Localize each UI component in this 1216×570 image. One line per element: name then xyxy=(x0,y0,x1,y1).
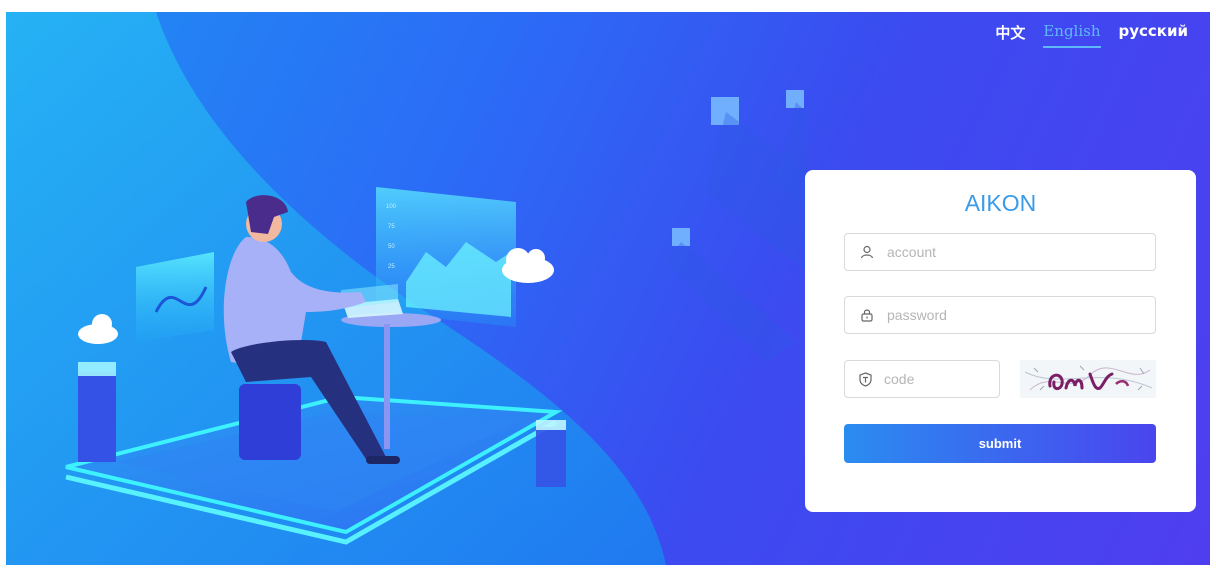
chart-tick: 50 xyxy=(388,244,395,250)
right-pillar xyxy=(536,427,566,487)
language-switcher: 中文 English русский xyxy=(995,22,1188,49)
login-card: AIKON submit xyxy=(805,170,1196,512)
language-option-russian[interactable]: русский xyxy=(1119,22,1189,46)
cloud-icon xyxy=(92,314,112,334)
chart-tick: 100 xyxy=(386,204,397,210)
chart-tick: 25 xyxy=(388,264,395,270)
left-pillar xyxy=(78,372,116,462)
password-input[interactable] xyxy=(885,296,1155,334)
hero-illustration: 100 75 50 25 xyxy=(6,12,806,565)
user-icon xyxy=(858,243,876,261)
lock-icon xyxy=(858,306,876,324)
language-option-english[interactable]: English xyxy=(1043,22,1101,48)
brand-title: AIKON xyxy=(964,190,1037,216)
chart-tick: 75 xyxy=(388,224,395,230)
language-option-chinese[interactable]: 中文 xyxy=(995,22,1025,49)
deco-shadow xyxy=(666,242,796,362)
left-pillar-top xyxy=(78,362,116,376)
cloud-icon xyxy=(527,249,545,267)
account-input[interactable] xyxy=(885,233,1155,271)
password-field[interactable] xyxy=(844,296,1156,334)
shield-icon xyxy=(858,370,873,388)
submit-button[interactable]: submit xyxy=(844,424,1156,463)
account-field[interactable] xyxy=(844,233,1156,271)
right-pillar-top xyxy=(536,420,566,430)
page-background: 100 75 50 25 中文 English русский AIKON ac… xyxy=(6,12,1210,565)
person-shoe xyxy=(366,456,400,464)
stool xyxy=(239,384,301,460)
captcha-image[interactable] xyxy=(1020,360,1156,398)
code-field[interactable] xyxy=(844,360,1067,398)
cloud-icon xyxy=(506,248,530,272)
deco-square xyxy=(786,90,804,108)
desk-leg xyxy=(384,324,390,449)
